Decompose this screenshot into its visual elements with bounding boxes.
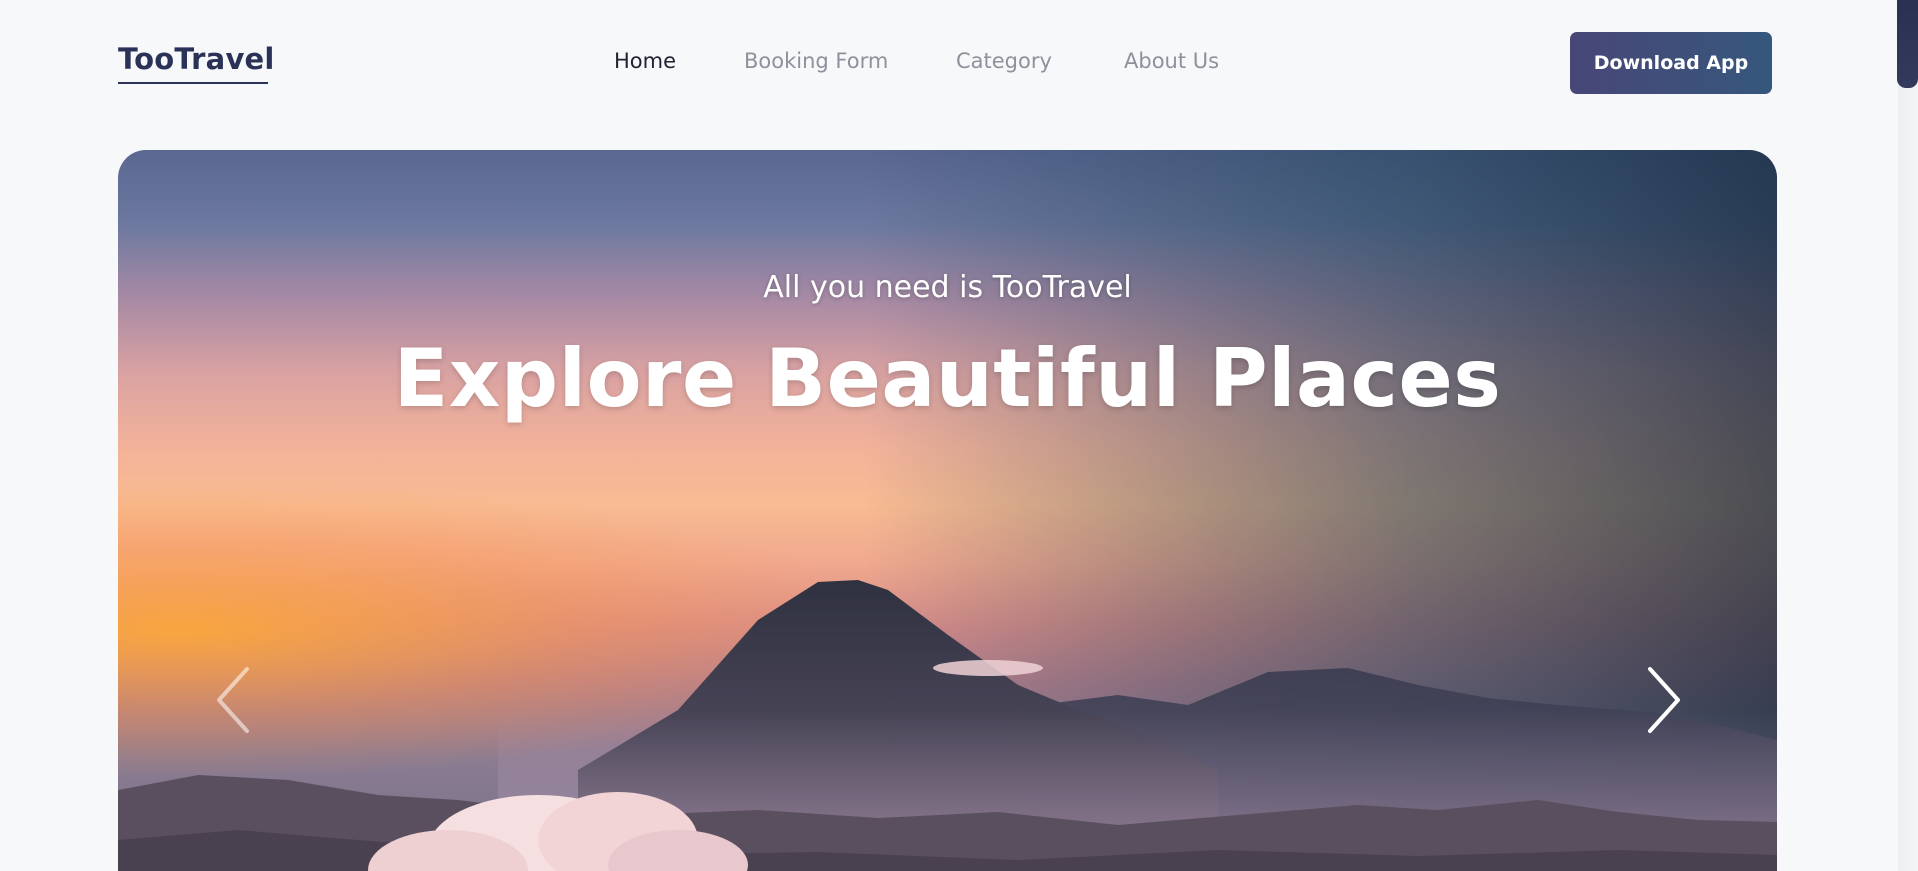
- chevron-left-icon: [217, 667, 249, 733]
- scrollbar-thumb[interactable]: [1897, 0, 1918, 88]
- carousel-prev-button[interactable]: [198, 655, 268, 745]
- nav-item-booking-form[interactable]: Booking Form: [744, 49, 888, 73]
- page: TooTravel Home Booking Form Category Abo…: [0, 0, 1918, 871]
- nav-item-home[interactable]: Home: [614, 49, 676, 73]
- hero-title: Explore Beautiful Places: [393, 332, 1502, 425]
- download-app-button[interactable]: Download App: [1570, 32, 1772, 94]
- logo-underline: [118, 82, 268, 84]
- hero-subtitle: All you need is TooTravel: [763, 270, 1132, 305]
- carousel-next-button[interactable]: [1629, 655, 1699, 745]
- scrollbar-track[interactable]: [1898, 0, 1918, 871]
- hero-banner: All you need is TooTravel Explore Beauti…: [118, 150, 1777, 871]
- mountain-landscape-image: [118, 580, 1777, 871]
- chevron-right-icon: [1648, 667, 1680, 733]
- nav-item-category[interactable]: Category: [956, 49, 1052, 73]
- nav-item-about-us[interactable]: About Us: [1124, 49, 1219, 73]
